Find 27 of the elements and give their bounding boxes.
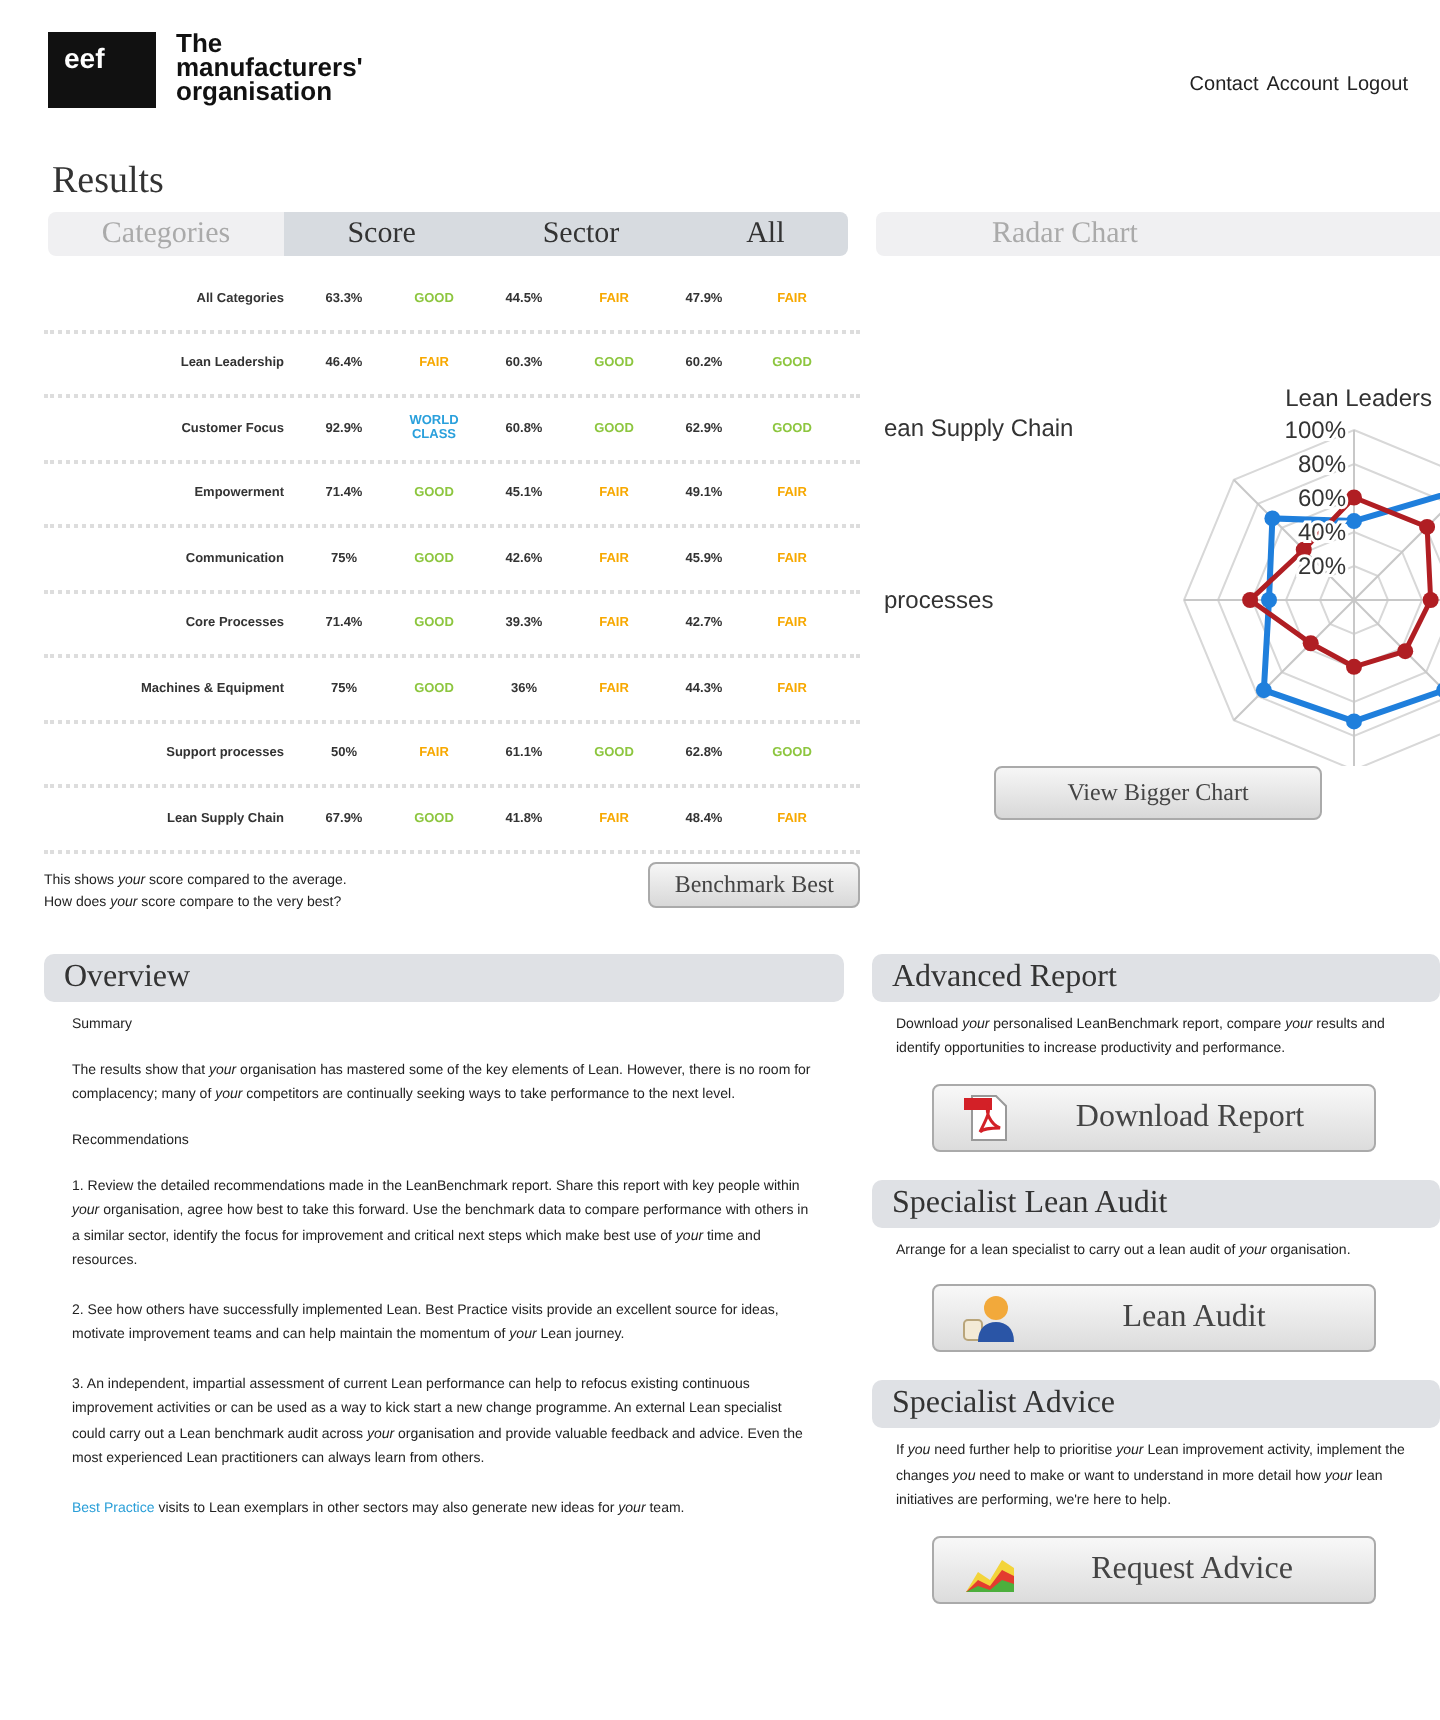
nav-link[interactable]: Contact: [1189, 74, 1259, 96]
axis-label: processes: [884, 586, 994, 614]
column-header: Sector: [542, 217, 620, 251]
tick-label: 100%: [1284, 416, 1346, 444]
column-header: Score: [347, 217, 416, 251]
page-title: Results: [52, 160, 166, 204]
axis-label: ean Supply Chain: [884, 414, 1074, 442]
section-heading: Specialist Lean Audit: [872, 1179, 1440, 1227]
categories-header: Categories: [48, 212, 284, 256]
column-header: All: [746, 217, 785, 251]
logo-name: The manufacturers' organisation: [176, 32, 363, 104]
tick-label: 60%: [1297, 484, 1346, 512]
view-bigger-chart-button[interactable]: View Bigger Chart: [994, 766, 1322, 820]
logo-mark: eef: [48, 32, 156, 108]
action-button[interactable]: Lean Audit: [932, 1284, 1376, 1352]
nav-link[interactable]: Logout: [1346, 74, 1408, 96]
action-button[interactable]: Download Report: [932, 1083, 1376, 1151]
action-button[interactable]: Request Advice: [932, 1535, 1376, 1603]
radar-chart-header: Radar Chart: [876, 212, 1440, 256]
tick-label: 80%: [1297, 450, 1346, 478]
benchmark-best-button[interactable]: Benchmark Best: [648, 861, 860, 907]
tick-label: 20%: [1297, 552, 1346, 580]
section-heading: Advanced Report: [872, 953, 1440, 1001]
section-heading: Specialist Advice: [872, 1380, 1440, 1428]
section-heading: Overview: [44, 953, 844, 1001]
axis-label: Lean Leaders: [1285, 384, 1432, 412]
nav-link[interactable]: Account: [1266, 74, 1339, 96]
